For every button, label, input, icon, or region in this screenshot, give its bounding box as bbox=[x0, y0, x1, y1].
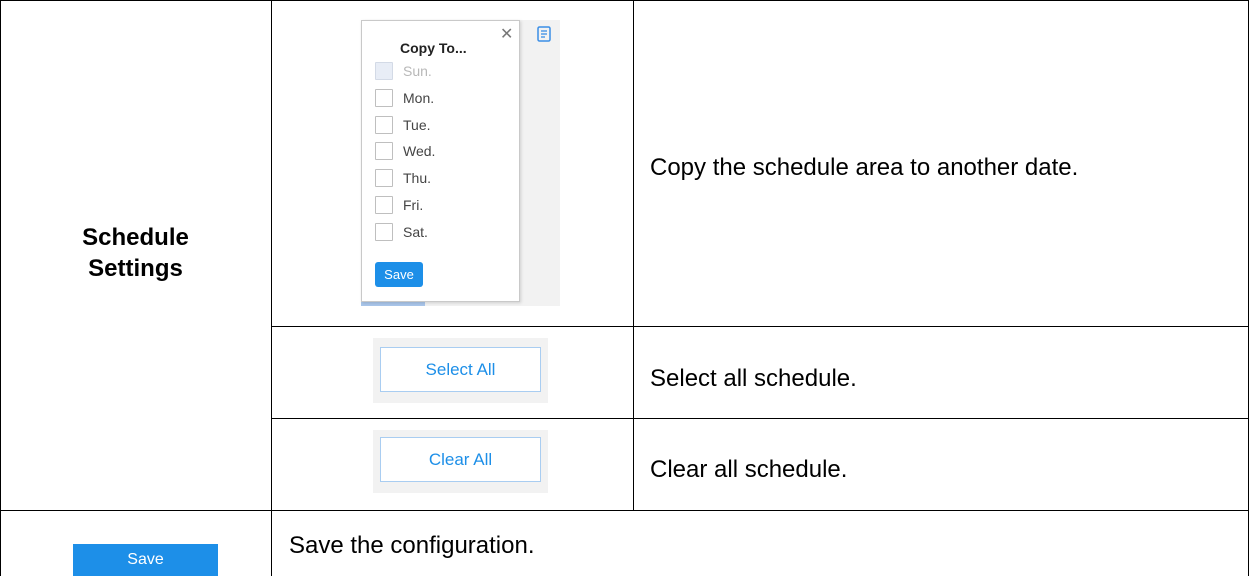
day-label-thu: Thu. bbox=[403, 170, 432, 186]
day-label-sat: Sat. bbox=[403, 224, 428, 240]
day-checkbox-wed[interactable] bbox=[375, 142, 393, 160]
clear-all-button[interactable]: Clear All bbox=[380, 437, 541, 482]
column-divider-bottom bbox=[271, 510, 272, 576]
column-divider-2 bbox=[633, 0, 634, 510]
day-label-fri: Fri. bbox=[403, 197, 424, 213]
day-option-sun: Sun. bbox=[375, 61, 432, 81]
day-checkbox-mon[interactable] bbox=[375, 89, 393, 107]
day-checkbox-fri[interactable] bbox=[375, 196, 393, 214]
day-option-sat[interactable]: Sat. bbox=[375, 222, 428, 242]
description-select-all: Select all schedule. bbox=[650, 365, 857, 392]
day-checkbox-sat[interactable] bbox=[375, 223, 393, 241]
description-clear-all: Clear all schedule. bbox=[650, 456, 848, 483]
table-border-top bbox=[0, 0, 1249, 1]
day-checkbox-tue[interactable] bbox=[375, 116, 393, 134]
copy-to-popup: Copy To... ✕ Sun. Mon. Tue. Wed. Thu. Fr… bbox=[361, 20, 520, 302]
day-label-tue: Tue. bbox=[403, 117, 431, 133]
day-option-thu[interactable]: Thu. bbox=[375, 168, 431, 188]
day-option-wed[interactable]: Wed. bbox=[375, 141, 435, 161]
day-checkbox-sun bbox=[375, 62, 393, 80]
select-all-button[interactable]: Select All bbox=[380, 347, 541, 392]
row-divider-3 bbox=[0, 510, 1249, 511]
description-save: Save the configuration. bbox=[289, 532, 535, 559]
day-label-sun: Sun. bbox=[403, 63, 432, 79]
close-icon[interactable]: ✕ bbox=[500, 27, 513, 43]
day-option-fri[interactable]: Fri. bbox=[375, 195, 423, 215]
save-button[interactable]: Save bbox=[73, 544, 218, 576]
day-option-tue[interactable]: Tue. bbox=[375, 115, 431, 135]
column-divider-1 bbox=[271, 0, 272, 510]
copy-icon[interactable] bbox=[537, 26, 551, 42]
day-option-mon[interactable]: Mon. bbox=[375, 88, 434, 108]
table-border-left bbox=[0, 0, 1, 576]
row-divider-2 bbox=[271, 418, 1249, 419]
popup-save-button[interactable]: Save bbox=[375, 262, 423, 287]
description-copy: Copy the schedule area to another date. bbox=[650, 154, 1079, 181]
row-header-schedule-settings: Schedule Settings bbox=[82, 224, 189, 282]
copy-to-title: Copy To... bbox=[400, 40, 467, 56]
row-divider-1 bbox=[271, 326, 1249, 327]
day-label-mon: Mon. bbox=[403, 90, 435, 106]
day-label-wed: Wed. bbox=[403, 143, 436, 159]
day-checkbox-thu[interactable] bbox=[375, 169, 393, 187]
